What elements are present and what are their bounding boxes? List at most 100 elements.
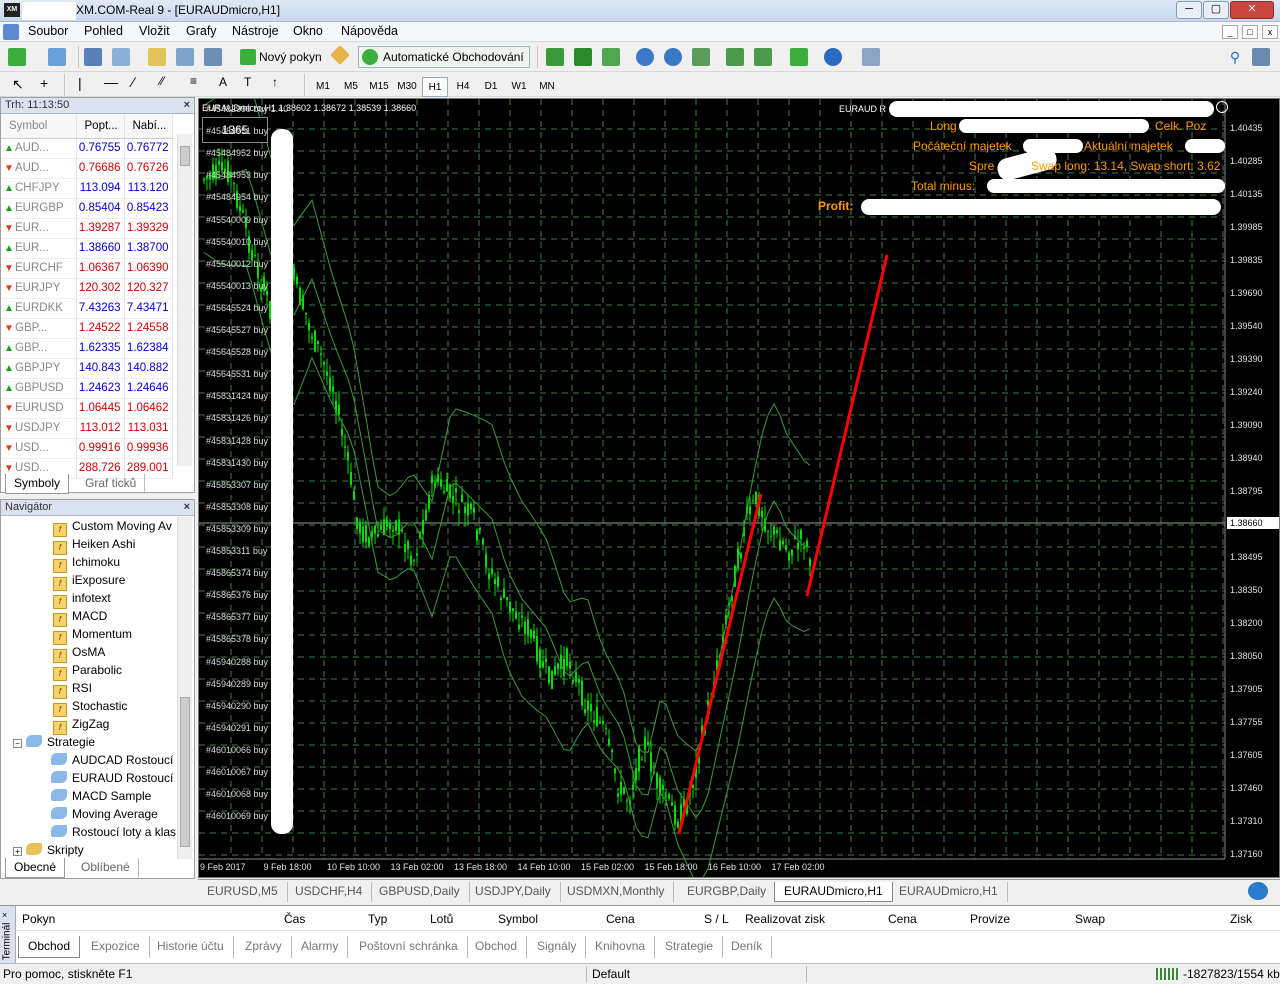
- horizontal-line-icon[interactable]: —: [104, 74, 118, 90]
- table-row[interactable]: ▼GBP... 1.24522 1.24558: [1, 318, 173, 339]
- periods-icon[interactable]: [824, 48, 842, 66]
- order-label[interactable]: #46010067 buy: [206, 767, 268, 777]
- timeframe-w1[interactable]: W1: [506, 77, 532, 97]
- table-row[interactable]: ▲AUD... 0.76755 0.76772: [1, 138, 173, 159]
- order-label[interactable]: #45482999 buy 1.40: [206, 104, 288, 114]
- table-row[interactable]: ▼EURJPY 120.302 120.327: [1, 278, 173, 299]
- community-icon[interactable]: [1252, 48, 1270, 66]
- search-icon[interactable]: ⚲: [1226, 48, 1244, 66]
- nav-indicator[interactable]: f MACD: [53, 607, 107, 627]
- terminal-tab[interactable]: Obchod: [466, 936, 528, 958]
- close-icon[interactable]: ×: [2, 910, 7, 920]
- order-label[interactable]: #45940288 buy: [206, 657, 268, 667]
- table-row[interactable]: ▼USDJPY 113.012 113.031: [1, 418, 173, 439]
- order-label[interactable]: #45940291 buy: [206, 723, 268, 733]
- channel-icon[interactable]: ⁄⁄: [160, 74, 164, 88]
- terminal-tab[interactable]: Strategie: [656, 936, 724, 958]
- order-label[interactable]: #45484951 buy: [206, 126, 268, 136]
- terminal-col-header[interactable]: Symbol: [498, 912, 538, 926]
- terminal-col-header[interactable]: Čas: [284, 912, 305, 926]
- menu-grafy[interactable]: Grafy: [186, 24, 217, 38]
- timeframe-m15[interactable]: M15: [366, 77, 392, 97]
- market-watch-scrollbar[interactable]: [177, 134, 192, 466]
- nav-indicator[interactable]: f Ichimoku: [53, 553, 120, 573]
- terminal-col-header[interactable]: Provize: [970, 912, 1010, 926]
- nav-indicator[interactable]: f ZigZag: [53, 715, 109, 735]
- symbol-cell[interactable]: ▼USDJPY: [1, 418, 77, 439]
- minimize-button[interactable]: ─: [1176, 1, 1202, 19]
- trendline-icon[interactable]: ∕: [132, 74, 134, 90]
- bar-chart-icon[interactable]: [546, 48, 564, 66]
- nav-indicator[interactable]: f iExposure: [53, 571, 125, 591]
- col-bid[interactable]: Popt...: [76, 114, 125, 139]
- order-label[interactable]: #45853309 buy: [206, 524, 268, 534]
- fibonacci-icon[interactable]: ≡: [190, 74, 197, 88]
- nav-indicator[interactable]: f Custom Moving Av: [53, 517, 172, 537]
- menu-nastroje[interactable]: Nástroje: [232, 24, 279, 38]
- terminal-tab[interactable]: Deník: [722, 936, 773, 958]
- new-chart-icon[interactable]: [8, 48, 26, 66]
- zoom-in-icon[interactable]: [636, 48, 654, 66]
- timeframe-h1[interactable]: H1: [422, 77, 448, 97]
- order-label[interactable]: #45484953 buy: [206, 170, 268, 180]
- close-icon[interactable]: ×: [184, 98, 190, 113]
- nav-indicator[interactable]: f OsMA: [53, 643, 105, 663]
- chart-tab[interactable]: USDCHF,H4: [286, 882, 373, 902]
- terminal-tab[interactable]: Expozice: [82, 936, 150, 958]
- nav-indicator[interactable]: f RSI: [53, 679, 92, 699]
- timeframe-m30[interactable]: M30: [394, 77, 420, 97]
- nav-indicator[interactable]: f infotext: [53, 589, 111, 609]
- order-label[interactable]: #45645524 buy: [206, 303, 268, 313]
- terminal-col-header[interactable]: Cena: [888, 912, 917, 926]
- order-label[interactable]: #45865377 buy: [206, 612, 268, 622]
- table-row[interactable]: ▲GBP... 1.62335 1.62384: [1, 338, 173, 359]
- symbol-cell[interactable]: ▼EURJPY: [1, 278, 77, 299]
- scroll-thumb[interactable]: [180, 697, 190, 847]
- order-label[interactable]: #45645528 buy: [206, 347, 268, 357]
- order-label[interactable]: #45831426 buy: [206, 413, 268, 423]
- tab-symbols[interactable]: Symboly: [5, 474, 70, 494]
- order-label[interactable]: #45484954 buy: [206, 192, 268, 202]
- terminal-tab[interactable]: Poštovní schránka: [350, 936, 468, 958]
- chart-tab[interactable]: USDJPY,Daily: [466, 882, 561, 902]
- order-label[interactable]: #45865376 buy: [206, 590, 268, 600]
- order-label[interactable]: #45540010 buy: [206, 237, 268, 247]
- symbol-cell[interactable]: ▼EURCHF: [1, 258, 77, 279]
- order-label[interactable]: #45831428 buy: [206, 436, 268, 446]
- profiles-icon[interactable]: [48, 48, 66, 66]
- table-row[interactable]: ▲GBPUSD 1.24623 1.24646: [1, 378, 173, 399]
- navigator-icon[interactable]: [148, 48, 166, 66]
- terminal-tab[interactable]: Historie účtu: [148, 936, 234, 958]
- terminal-col-header[interactable]: Typ: [368, 912, 387, 926]
- nav-indicator[interactable]: f Momentum: [53, 625, 132, 645]
- symbol-cell[interactable]: ▲EURDKK: [1, 298, 77, 319]
- candlestick-icon[interactable]: [574, 48, 592, 66]
- order-label[interactable]: #45853308 buy: [206, 502, 268, 512]
- data-window-icon[interactable]: [112, 48, 130, 66]
- tab-favorites[interactable]: Oblíbené: [73, 858, 139, 878]
- symbol-cell[interactable]: ▼GBP...: [1, 318, 77, 339]
- table-row[interactable]: ▼AUD... 0.76686 0.76726: [1, 158, 173, 179]
- cursor-icon[interactable]: ↖: [12, 76, 24, 93]
- text-label-icon[interactable]: T: [244, 75, 251, 89]
- symbol-cell[interactable]: ▲AUD...: [1, 138, 77, 159]
- nav-strategy[interactable]: Moving Average: [51, 805, 158, 823]
- nav-strategy[interactable]: Rostoucí loty a klas: [51, 823, 176, 841]
- terminal-tab[interactable]: Knihovna: [586, 936, 656, 958]
- table-row[interactable]: ▼EURCHF 1.06367 1.06390: [1, 258, 173, 279]
- scroll-thumb[interactable]: [180, 146, 190, 166]
- order-label[interactable]: #45940289 buy: [206, 679, 268, 689]
- table-row[interactable]: ▲EURGBP 0.85404 0.85423: [1, 198, 173, 219]
- close-button[interactable]: ✕: [1230, 1, 1274, 19]
- line-chart-icon[interactable]: [602, 48, 620, 66]
- order-label[interactable]: #45540009 buy: [206, 215, 268, 225]
- order-label[interactable]: #45940290 buy: [206, 701, 268, 711]
- timeframe-d1[interactable]: D1: [478, 77, 504, 97]
- tab-common[interactable]: Obecné: [5, 858, 66, 878]
- timeframe-mn[interactable]: MN: [534, 77, 560, 97]
- tab-tick-chart[interactable]: Graf ticků: [77, 474, 146, 494]
- new-order-button[interactable]: Nový pokyn: [236, 46, 326, 68]
- crosshair-icon[interactable]: +: [40, 75, 48, 91]
- timeframe-h4[interactable]: H4: [450, 77, 476, 97]
- terminal-col-header[interactable]: Lotů: [430, 912, 453, 926]
